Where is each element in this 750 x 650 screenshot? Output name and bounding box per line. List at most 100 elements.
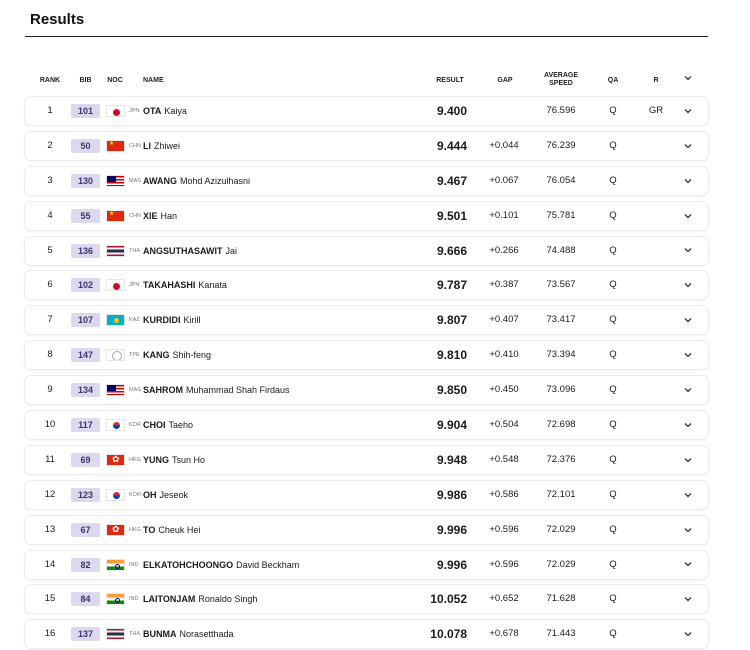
athlete-last-name: XIE: [143, 210, 158, 221]
table-row[interactable]: 2 50 CHN LIZhiwei 9.444 +0.044 76.239 Q: [25, 131, 708, 160]
record-cell: [645, 341, 667, 369]
athlete-last-name: SAHROM: [143, 385, 183, 396]
bib-badge: 69: [71, 452, 100, 467]
noc-code: KAZ: [129, 317, 140, 324]
table-row[interactable]: 11 69 HKG YUNGTsun Ho 9.948 +0.548 72.37…: [25, 445, 708, 474]
kaz-flag-icon: [106, 314, 125, 327]
header-speed-line1: AVERAGE: [543, 72, 579, 79]
expand-chevron-down-icon[interactable]: [681, 132, 695, 160]
qa-cell: Q: [609, 593, 617, 605]
expand-chevron-down-icon[interactable]: [681, 97, 695, 125]
gap-cell: +0.586: [489, 488, 519, 500]
athlete-name: ANGSUTHASAWIT Jai: [143, 237, 237, 265]
expand-chevron-down-icon[interactable]: [681, 271, 695, 299]
noc-code: JPN: [129, 108, 140, 114]
table-row[interactable]: 13 67 HKG TOCheuk Hei 9.996 +0.596 72.02…: [25, 515, 708, 544]
average-speed-cell: 72.376: [546, 453, 576, 465]
athlete-first-name: Mohd Azizulhasni: [180, 175, 251, 186]
header-average-speed: AVERAGE SPEED: [537, 72, 585, 88]
result-cell: 9.904: [436, 418, 467, 433]
expand-chevron-down-icon[interactable]: [681, 167, 695, 195]
rank-cell: 10: [44, 419, 56, 431]
result-cell: 10.052: [430, 592, 467, 607]
athlete-last-name: LI: [143, 140, 151, 151]
athlete-name: ELKATOHCHOONGO David Beckham: [143, 551, 299, 579]
average-speed-cell: 71.443: [546, 628, 576, 640]
expand-chevron-down-icon[interactable]: [681, 551, 695, 579]
bib-badge: 67: [71, 522, 100, 537]
page-title: Results: [30, 11, 85, 28]
record-cell: [645, 585, 667, 613]
noc-code: IND: [129, 596, 139, 603]
record-cell: [645, 551, 667, 579]
athlete-first-name: Kanata: [198, 280, 227, 291]
athlete-last-name: YUNG: [143, 454, 170, 465]
table-row[interactable]: 1 101 JPN OTA Kaiya 9.400 76.596 Q GR: [25, 97, 708, 125]
noc-code: CHN: [129, 212, 141, 219]
header-noc: NOC: [107, 77, 123, 84]
kor-flag-icon: [106, 488, 125, 501]
table-row[interactable]: 9 134 MAS SAHROM Muhammad Shah Firdaus 9.…: [25, 376, 708, 405]
athlete-last-name: AWANG: [143, 175, 178, 186]
rank-cell: 13: [44, 523, 56, 535]
athlete-first-name: Kirill: [183, 315, 201, 326]
rank-cell: 16: [44, 628, 56, 640]
gap-cell: +0.387: [489, 279, 519, 291]
expand-chevron-down-icon[interactable]: [681, 341, 695, 369]
gap-cell: +0.266: [489, 244, 519, 256]
qa-cell: Q: [609, 314, 617, 326]
table-row[interactable]: 16 137 THA BUNMA Norasetthada 10.078 +0.6…: [25, 620, 708, 649]
table-row[interactable]: 15 84 IND LAITONJAM Ronaldo Singh 10.052 …: [25, 585, 708, 614]
expand-chevron-down-icon[interactable]: [681, 237, 695, 265]
athlete-name: YUNG Tsun Ho: [143, 446, 205, 474]
bib-badge: 101: [71, 104, 100, 118]
table-row[interactable]: 4 55 CHN XIEHan 9.501 +0.101 75.781 Q: [25, 201, 708, 230]
hkg-flag-icon: [106, 453, 125, 466]
bib-badge: 82: [71, 557, 100, 572]
table-row[interactable]: 10 117 KOR CHOI Taeho 9.904 +0.504 72.698…: [25, 411, 708, 440]
result-cell: 9.810: [436, 348, 467, 363]
table-row[interactable]: 5 136 THA ANGSUTHASAWIT Jai 9.666 +0.266 …: [25, 236, 708, 265]
expand-chevron-down-icon[interactable]: [681, 202, 695, 230]
expand-chevron-down-icon[interactable]: [681, 620, 695, 648]
gap-cell: +0.678: [489, 628, 519, 640]
table-row[interactable]: 8 147 TPE KANG Shih-feng 9.810 +0.410 73.…: [25, 341, 708, 370]
noc-code: JPN: [129, 282, 140, 289]
average-speed-cell: 76.596: [546, 105, 576, 116]
expand-chevron-down-icon[interactable]: [681, 446, 695, 474]
noc-code: TPE: [129, 352, 140, 359]
table-row[interactable]: 12 123 KOR OH Jeseok 9.986 +0.586 72.101 …: [25, 480, 708, 509]
athlete-first-name: Shih-feng: [172, 350, 212, 361]
average-speed-cell: 72.698: [546, 419, 576, 431]
table-row[interactable]: 14 82 IND ELKATOHCHOONGO David Beckham 9.…: [25, 550, 708, 579]
athlete-last-name: LAITONJAM: [143, 594, 196, 605]
result-cell: 9.996: [436, 557, 467, 572]
table-row[interactable]: 3 130 MAS AWANG Mohd Azizulhasni 9.467 +0…: [25, 166, 708, 195]
chn-flag-icon: [106, 139, 125, 152]
rank-cell: 8: [47, 349, 53, 361]
expand-chevron-down-icon[interactable]: [681, 516, 695, 544]
noc-code: THA: [129, 631, 140, 638]
athlete-last-name: ELKATOHCHOONGO: [143, 559, 234, 570]
qa-cell: Q: [609, 628, 617, 640]
header-chevron-down-icon[interactable]: [681, 75, 695, 84]
rank-cell: 14: [44, 558, 56, 570]
noc-code: KOR: [129, 422, 141, 429]
expand-chevron-down-icon[interactable]: [681, 411, 695, 439]
athlete-last-name: ANGSUTHASAWIT: [143, 245, 223, 256]
athlete-first-name: Muhammad Shah Firdaus: [186, 385, 290, 396]
table-row[interactable]: 6 102 JPN TAKAHASHI Kanata 9.787 +0.387 7…: [25, 271, 708, 300]
table-row[interactable]: 7 107 KAZ KURDIDI Kirill 9.807 +0.407 73.…: [25, 306, 708, 335]
qa-cell: Q: [609, 209, 617, 221]
average-speed-cell: 72.029: [546, 558, 576, 570]
qa-cell: Q: [609, 453, 617, 465]
bib-badge: 134: [71, 383, 100, 398]
noc-code: HKG: [129, 456, 141, 463]
rank-cell: 6: [47, 279, 53, 291]
result-cell: 9.666: [436, 243, 467, 258]
header-result: RESULT: [436, 77, 464, 84]
expand-chevron-down-icon[interactable]: [681, 376, 695, 404]
expand-chevron-down-icon[interactable]: [681, 481, 695, 509]
expand-chevron-down-icon[interactable]: [681, 306, 695, 334]
expand-chevron-down-icon[interactable]: [681, 585, 695, 613]
